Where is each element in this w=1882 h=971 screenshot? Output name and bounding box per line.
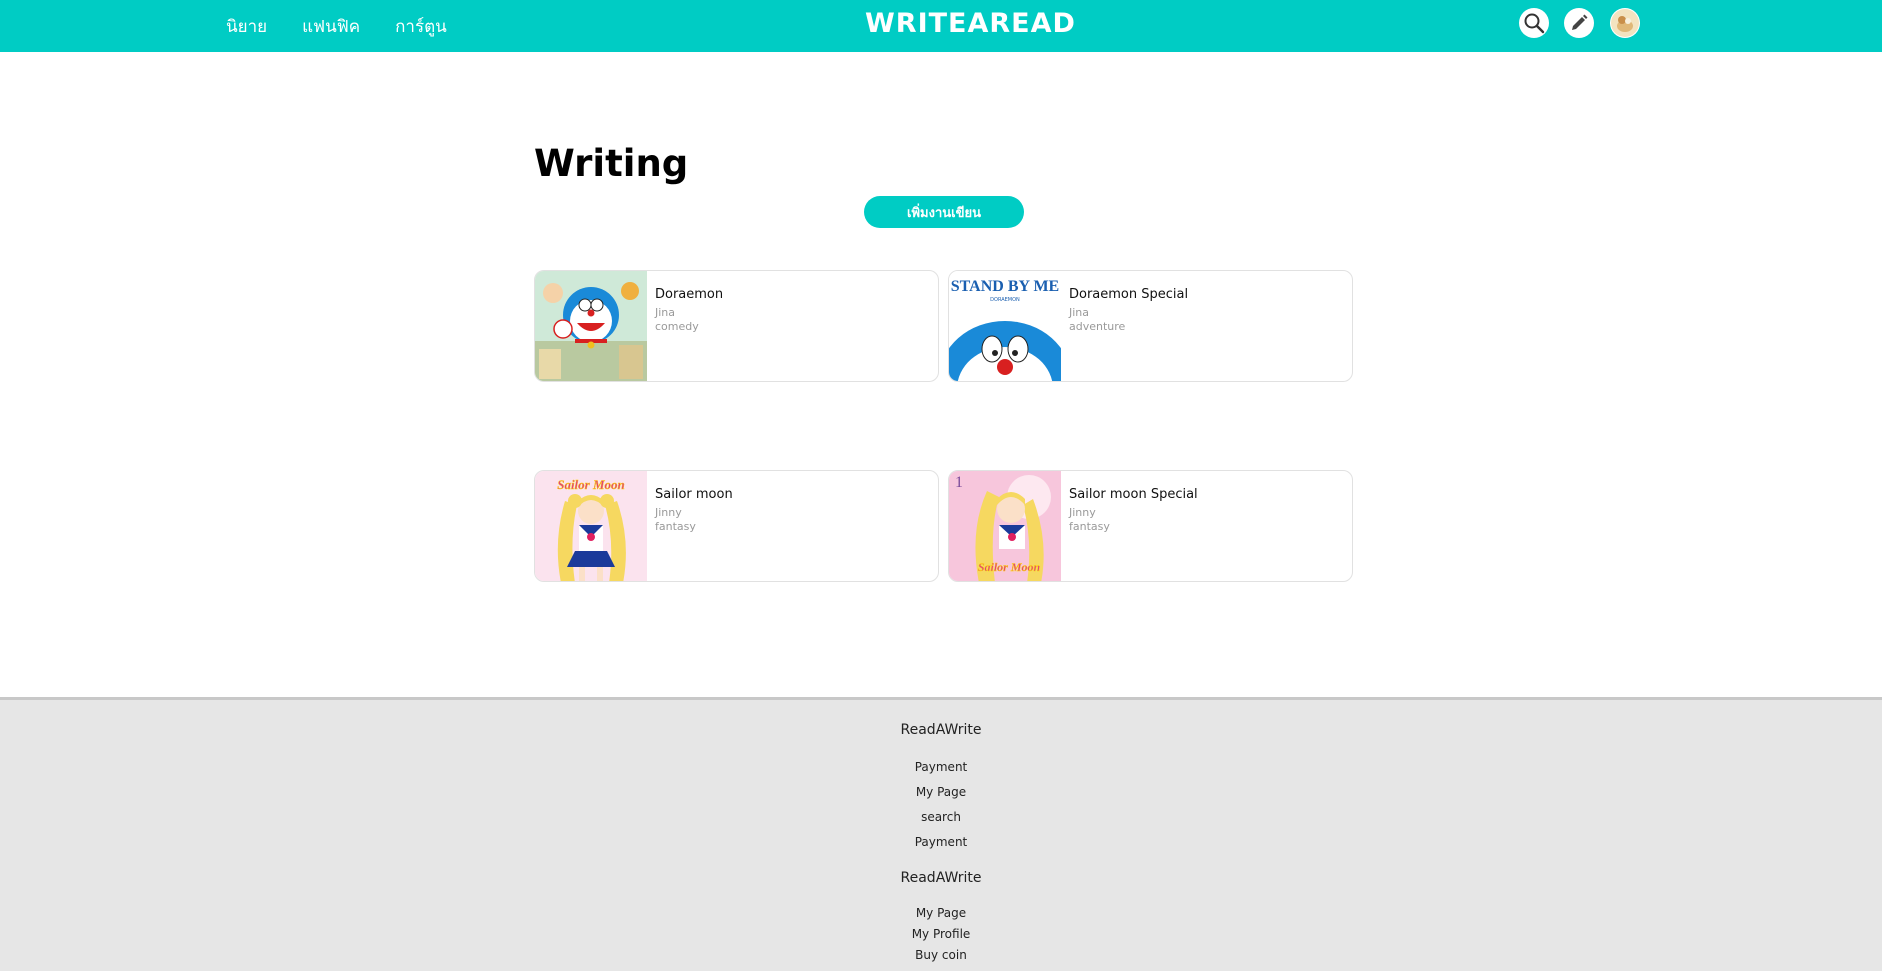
work-title: Doraemon (655, 287, 724, 302)
stand-by-me-cover-image: STAND BY ME DORAEMON (949, 271, 1061, 381)
work-cover: 1 Sailor Moon (949, 471, 1061, 581)
work-title: Doraemon Special (1069, 287, 1189, 302)
footer-link-search[interactable]: search (0, 810, 1882, 824)
pencil-icon (1572, 14, 1588, 30)
page-title: Writing (534, 142, 689, 185)
avatar-image (1611, 9, 1639, 37)
category-nav: นิยาย แฟนฟิค การ์ตูน (226, 0, 482, 52)
work-author: Jina (655, 306, 676, 319)
cover-title-text: Sailor Moon (978, 560, 1041, 574)
footer-link-my-page-2[interactable]: My Page (0, 906, 1882, 920)
work-genre: fantasy (655, 520, 696, 533)
nav-item-novel[interactable]: นิยาย (226, 13, 267, 40)
footer-link-buy-coin[interactable]: Buy coin (0, 948, 1882, 962)
write-button[interactable] (1564, 8, 1594, 38)
footer-heading-2: ReadAWrite (900, 870, 982, 886)
cover-title-text: STAND BY ME (951, 278, 1059, 295)
work-author: Jinny (1069, 506, 1096, 519)
cover-subtitle-text: DORAEMON (990, 297, 1020, 303)
work-info: Sailor moon Special Jinny fantasy (1069, 487, 1198, 534)
search-icon (1524, 13, 1545, 34)
footer: ReadAWrite Payment My Page search Paymen… (0, 697, 1882, 971)
sailor-moon-special-cover-image: 1 Sailor Moon (949, 471, 1061, 581)
work-info: Sailor moon Jinny fantasy (655, 487, 733, 534)
svg-text:1: 1 (955, 474, 963, 491)
footer-link-my-page[interactable]: My Page (0, 785, 1882, 799)
nav-item-cartoon[interactable]: การ์ตูน (395, 13, 447, 40)
work-author: Jinny (655, 506, 682, 519)
nav-item-fanfic[interactable]: แฟนฟิค (302, 13, 360, 40)
work-card[interactable]: Sailor Moon Sailor moon Jinny fantasy (534, 470, 939, 582)
work-info: Doraemon Special Jina adventure (1069, 287, 1188, 334)
site-logo[interactable]: WRITEAREAD (865, 8, 1076, 39)
footer-link-payment-2[interactable]: Payment (0, 835, 1882, 849)
add-writing-button[interactable]: เพิ่มงานเขียน (864, 196, 1024, 228)
work-cover: STAND BY ME DORAEMON (949, 271, 1061, 381)
cover-title-text: Sailor Moon (557, 477, 625, 492)
avatar[interactable] (1610, 8, 1640, 38)
work-genre: fantasy (1069, 520, 1110, 533)
work-title: Sailor moon Special (1069, 487, 1198, 502)
work-info: Doraemon Jina comedy (655, 287, 723, 334)
doraemon-cover-image (535, 271, 647, 381)
footer-link-my-profile[interactable]: My Profile (0, 927, 1882, 941)
footer-heading: ReadAWrite (900, 722, 982, 738)
work-author: Jina (1069, 306, 1090, 319)
search-button[interactable] (1519, 8, 1549, 38)
work-cover (535, 271, 647, 381)
work-genre: comedy (655, 320, 699, 333)
work-title: Sailor moon (655, 487, 733, 502)
work-card[interactable]: Doraemon Jina comedy (534, 270, 939, 382)
footer-link-payment[interactable]: Payment (0, 760, 1882, 774)
work-card[interactable]: STAND BY ME DORAEMON Doraemon Special Ji… (948, 270, 1353, 382)
top-navigation-bar: นิยาย แฟนฟิค การ์ตูน WRITEAREAD (0, 0, 1882, 52)
work-card[interactable]: 1 Sailor Moon Sailor moon Special Jinny … (948, 470, 1353, 582)
sailor-moon-cover-image: Sailor Moon (535, 471, 647, 581)
work-cover: Sailor Moon (535, 471, 647, 581)
work-genre: adventure (1069, 320, 1126, 333)
